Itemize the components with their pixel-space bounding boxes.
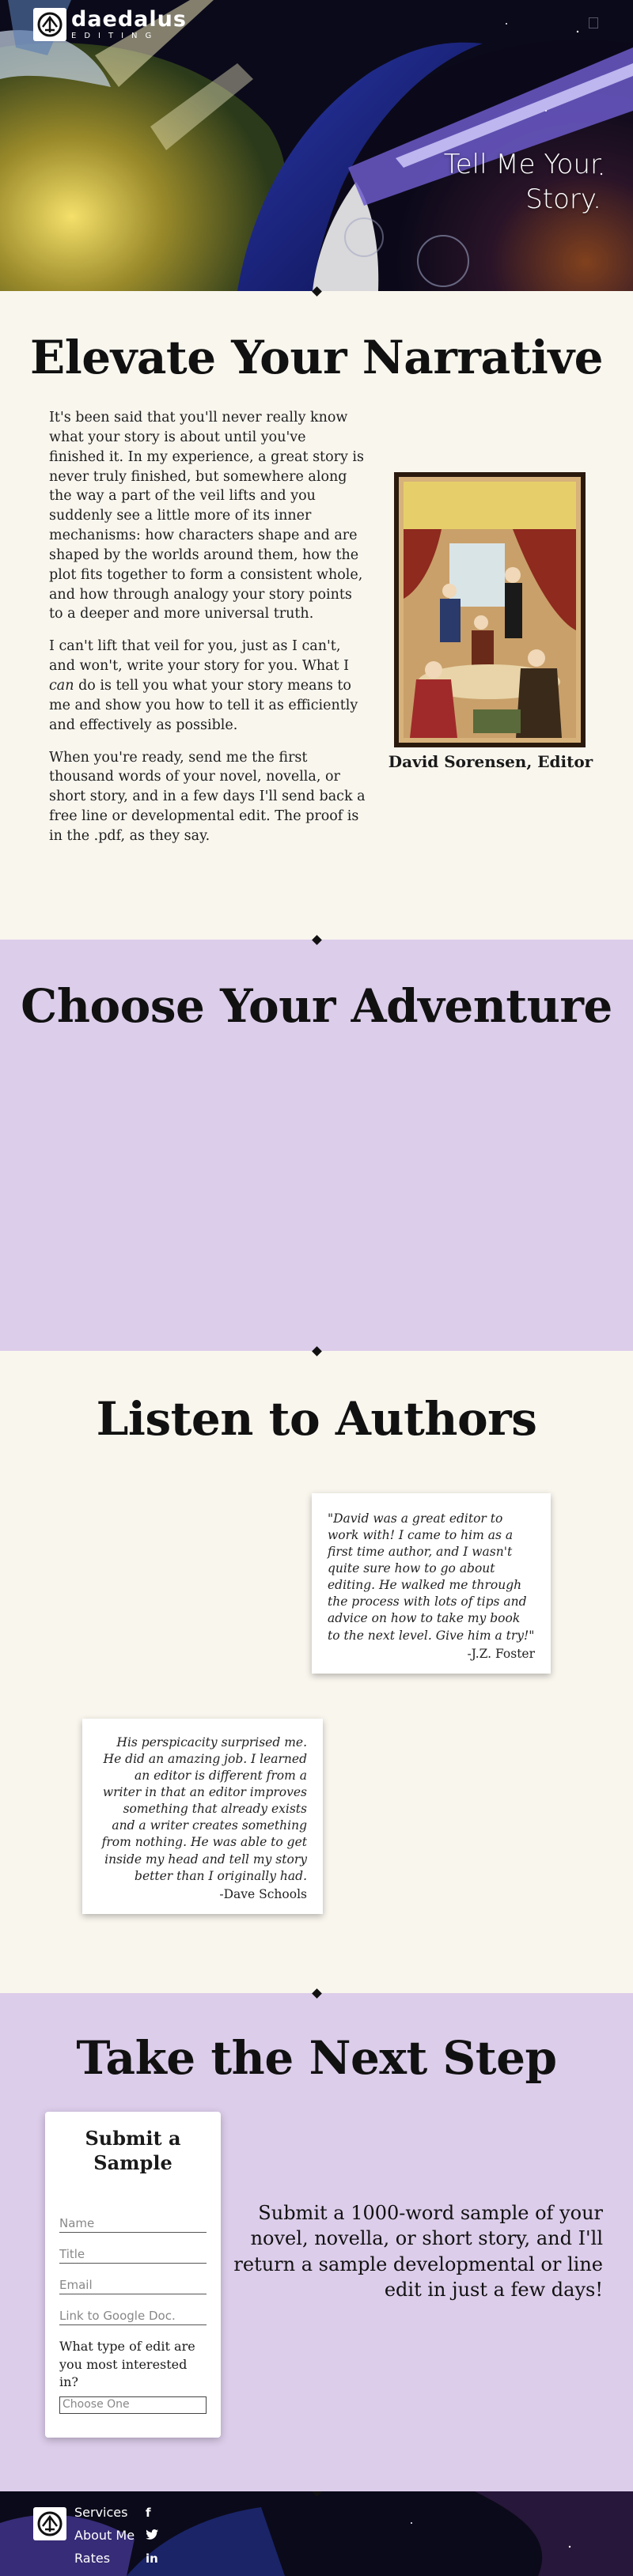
testimonial-quote: "David was a great editor to work with! …: [328, 1511, 535, 1643]
facebook-icon[interactable]: f: [146, 2506, 151, 2520]
brand-name: daedalus: [71, 7, 187, 32]
daedalus-glyph-icon: [33, 8, 66, 41]
testimonial-author: -J.Z. Foster: [467, 1646, 535, 1661]
footer-link-services[interactable]: Services: [74, 2505, 146, 2520]
testimonial-card: "David was a great editor to work with! …: [312, 1493, 551, 1674]
narrative-paragraph: I can't lift that veil for you, just as …: [49, 638, 358, 733]
edit-type-question: What type of edit are you most intereste…: [59, 2339, 195, 2390]
footer-nav-row: Rates in: [74, 2547, 158, 2570]
narrative-paragraph: It's been said that you'll never really …: [49, 410, 365, 622]
hero-banner: daedalus EDITING Tell Me Your Story.: [0, 0, 633, 291]
name-field[interactable]: [59, 2215, 207, 2234]
footer-nav-row: About Me: [74, 2524, 158, 2547]
testimonial-quote: His perspicacity surprised me. He did an…: [101, 1735, 307, 1883]
footer-link-about-me[interactable]: About Me: [74, 2528, 146, 2543]
form-heading: Submit a Sample: [85, 2127, 181, 2175]
google-doc-link-field[interactable]: [59, 2307, 207, 2326]
next-step-section: Take the Next Step Submit a Sample What …: [0, 1988, 633, 2491]
sample-submission-form: Submit a Sample What type of edit are yo…: [45, 2112, 221, 2438]
authors-title: Listen to Authors: [96, 1392, 537, 1446]
menu-toggle-icon[interactable]: [589, 17, 598, 28]
next-step-title: Take the Next Step: [76, 2031, 557, 2085]
hero-tagline: Tell Me Your Story.: [443, 149, 601, 216]
narrative-copy: It's been said that you'll never really …: [49, 408, 366, 859]
top-navigation-bar: daedalus EDITING: [0, 0, 633, 49]
testimonial-author: -Dave Schools: [219, 1886, 307, 1901]
sample-offer-text: Submit a 1000-word sample of your novel,…: [233, 2202, 603, 2302]
narrative-title: Elevate Your Narrative: [30, 331, 604, 384]
brand-logo[interactable]: daedalus EDITING: [33, 8, 187, 41]
editor-portrait-image: [394, 472, 586, 747]
email-field[interactable]: [59, 2276, 207, 2295]
brand-subtitle: EDITING: [71, 32, 160, 40]
linkedin-icon[interactable]: in: [146, 2551, 158, 2566]
authors-section: Listen to Authors "David was a great edi…: [0, 1346, 633, 1993]
adventure-title: Choose Your Adventure: [21, 979, 612, 1033]
testimonial-card: His perspicacity surprised me. He did an…: [82, 1719, 323, 1914]
narrative-paragraph: When you're ready, send me the first tho…: [49, 749, 366, 844]
adventure-section: Choose Your Adventure: [0, 935, 633, 1351]
editor-caption: David Sorensen, Editor: [388, 752, 593, 771]
footer-navigation: Services f About Me Rates in: [74, 2501, 158, 2570]
site-footer: Services f About Me Rates in: [0, 2491, 633, 2576]
edit-type-select[interactable]: Choose One: [59, 2396, 207, 2414]
title-field[interactable]: [59, 2245, 207, 2264]
footer-nav-row: Services f: [74, 2501, 158, 2524]
footer-link-rates[interactable]: Rates: [74, 2551, 146, 2566]
footer-logo-icon[interactable]: [33, 2507, 66, 2540]
twitter-icon[interactable]: [146, 2529, 158, 2543]
